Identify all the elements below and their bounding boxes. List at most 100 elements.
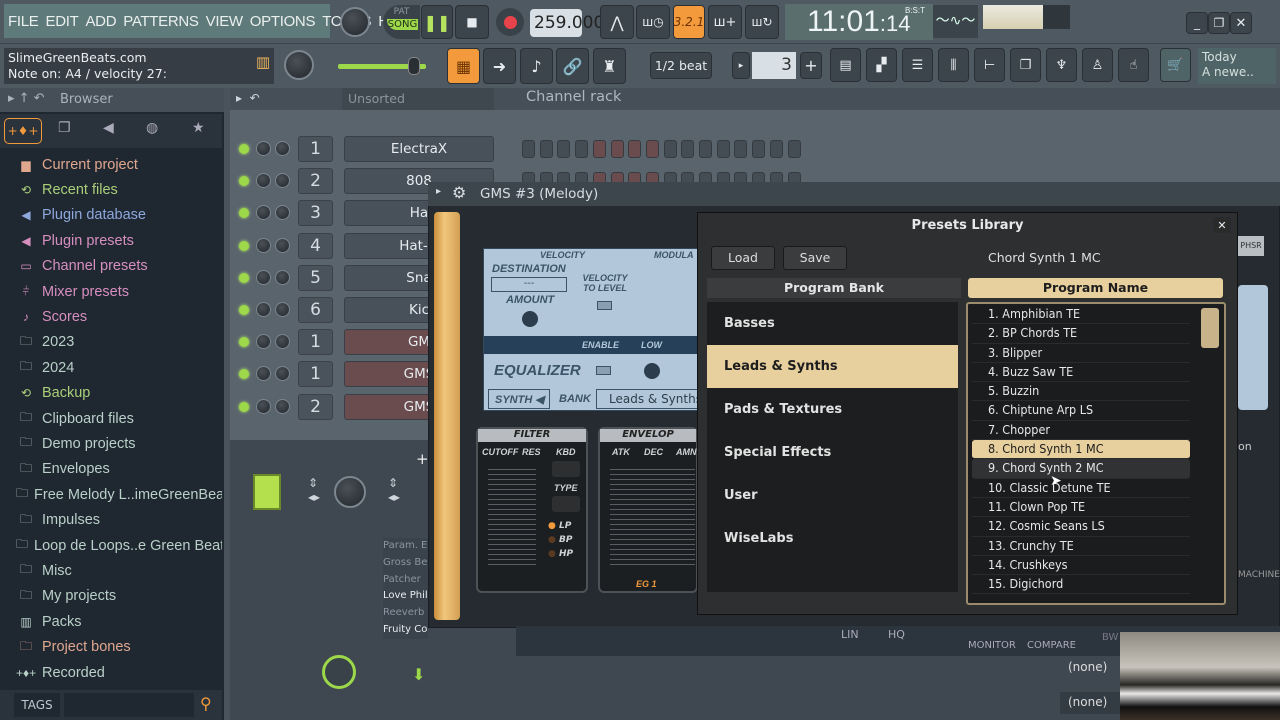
news-panel[interactable]: Today A newe.. [1198,48,1276,84]
menu-add[interactable]: ADD [85,13,116,30]
browser-item[interactable]: 🗀 2024 [16,355,222,380]
channel-mixer-track[interactable]: 4 [298,232,333,259]
program-item[interactable]: 10. Classic Detune TE [972,479,1190,498]
channel-mixer-track[interactable]: 3 [298,200,333,227]
channel-mixer-track[interactable]: 5 [298,264,333,291]
tempo-display[interactable]: 259.000 [530,9,604,37]
bank-item[interactable]: Basses [707,302,958,345]
browser-item[interactable]: 🗀 Demo projects [16,431,222,456]
vel-to-level-toggle[interactable] [597,301,612,310]
channel-pan-knob[interactable] [256,237,271,253]
piano-roll-icon[interactable]: ▞ [866,48,897,82]
rack-nav-icons[interactable]: ▸ ↶ [236,91,260,105]
add-channel-button[interactable]: + [416,450,429,468]
project-files-icon[interactable]: ❐ [1010,48,1041,82]
channel-mute-led[interactable] [239,337,249,348]
phaser-button[interactable]: PHSR [1238,236,1264,256]
channel-pan-knob[interactable] [256,334,271,350]
step-button[interactable] [557,140,571,158]
stop-button[interactable]: ■ [455,5,489,39]
browser-nav-icons[interactable]: ▸ ↑ ↶ [8,91,45,106]
channel-pan-knob[interactable] [256,269,271,285]
tab-plugins-icon[interactable]: ◀ [103,120,114,136]
channel-volume-knob[interactable] [275,141,290,156]
channel-mixer-track[interactable]: 2 [298,393,333,420]
type-button[interactable] [552,496,580,512]
channel-pan-knob[interactable] [256,366,271,382]
time-none-field[interactable]: (none) [1068,660,1107,674]
menu-patterns[interactable]: PATTERNS [123,13,199,30]
channel-pan-knob[interactable] [256,398,271,414]
bank-item[interactable]: WiseLabs [707,517,958,560]
send-knob[interactable] [322,655,356,689]
fx-slot[interactable]: Reeverb 2 [383,605,428,622]
search-icon[interactable]: ⚲ [200,694,212,713]
fx-slot[interactable]: Param. EQ [383,538,428,555]
program-item[interactable]: 1. Amphibian TE [972,305,1190,325]
browser-item[interactable]: ⟲ Backup [16,381,222,406]
channel-mute-led[interactable] [239,369,249,380]
channel-name-button[interactable]: ElectraX [344,136,494,162]
program-item[interactable]: 6. Chiptune Arp LS [972,401,1190,421]
filter-modes[interactable]: ● LP ● BP ● HP [548,519,573,561]
presets-close-button[interactable]: ✕ [1212,216,1232,234]
program-item[interactable]: 7. Chopper [972,421,1190,441]
fx-slot[interactable]: Fruity Con [383,622,428,639]
program-item[interactable]: 9. Chord Synth 2 MC [972,459,1190,479]
bank-item[interactable]: User [707,474,958,517]
step-button[interactable] [592,140,606,158]
amount-knob[interactable] [522,311,538,327]
browser-item[interactable]: ♪ Scores [16,304,222,329]
kbd-button[interactable] [552,461,580,477]
tags-button[interactable]: TAGS [14,693,60,717]
channel-volume-knob[interactable] [275,398,290,414]
step-button[interactable] [716,140,730,158]
minimize-button[interactable]: _ [1186,12,1208,34]
browser-item[interactable]: +♦+ Recorded [16,660,222,685]
browser-item[interactable]: 🗀 Free Melody L..imeGreenBeats [16,482,222,507]
menu-edit[interactable]: EDIT [45,13,78,30]
channel-volume-knob[interactable] [275,302,290,317]
program-item[interactable]: 4. Buzz Saw TE [972,363,1190,383]
step-button[interactable] [681,140,695,158]
step-seq-icon[interactable]: ♪ [520,48,553,84]
eq-low-knob[interactable] [644,363,660,379]
step-button[interactable] [645,140,659,158]
synth-button[interactable]: SYNTH ◀ [488,389,550,409]
fx-slot[interactable]: Love Philt [383,588,428,605]
browser-item[interactable]: 🗀 Impulses [16,507,222,532]
step-button[interactable] [663,140,677,158]
song-position-display[interactable]: 11:01:14 B:S:T [785,4,933,40]
record-button[interactable] [496,8,524,36]
expand-icon[interactable]: ▸ [436,186,441,197]
program-list-scrollbar[interactable] [1201,308,1219,348]
tab-online-icon[interactable]: ◍ [146,120,158,136]
browser-item[interactable]: ▥ Packs [16,609,222,634]
channel-volume-knob[interactable] [275,237,290,253]
stereo-icon[interactable]: ⇕ ◂▸ [308,476,320,504]
hq-button[interactable]: HQ [888,628,905,641]
tags-search-input[interactable] [64,693,194,717]
step-button[interactable] [699,140,712,158]
menu-file[interactable]: FILE [8,13,39,30]
channel-pan-knob[interactable] [256,302,271,317]
menu-view[interactable]: VIEW [206,13,243,30]
program-item[interactable]: 5. Buzzin [972,382,1190,402]
save-button[interactable]: Save [783,246,847,270]
channel-mute-led[interactable] [239,144,249,154]
pattern-counter[interactable]: 3.2.1 [673,5,705,39]
program-item[interactable]: 2. BP Chords TE [972,324,1190,344]
channel-pan-knob[interactable] [256,141,271,156]
program-item[interactable]: 3. Blipper [972,344,1190,363]
browser-icon[interactable]: ⊢ [974,48,1005,82]
link-icon[interactable]: 🔗 [556,48,589,84]
channel-mixer-track[interactable]: 1 [298,136,333,162]
step-button[interactable] [734,140,748,158]
res-slider[interactable] [514,465,536,565]
step-button[interactable] [522,140,535,158]
add-pattern-button[interactable]: + [800,52,822,79]
channel-mute-led[interactable] [239,401,249,412]
channel-volume-knob[interactable] [275,334,290,350]
menu-options[interactable]: OPTIONS [250,13,316,30]
loop-record-icon[interactable]: ш↻ [745,5,779,39]
